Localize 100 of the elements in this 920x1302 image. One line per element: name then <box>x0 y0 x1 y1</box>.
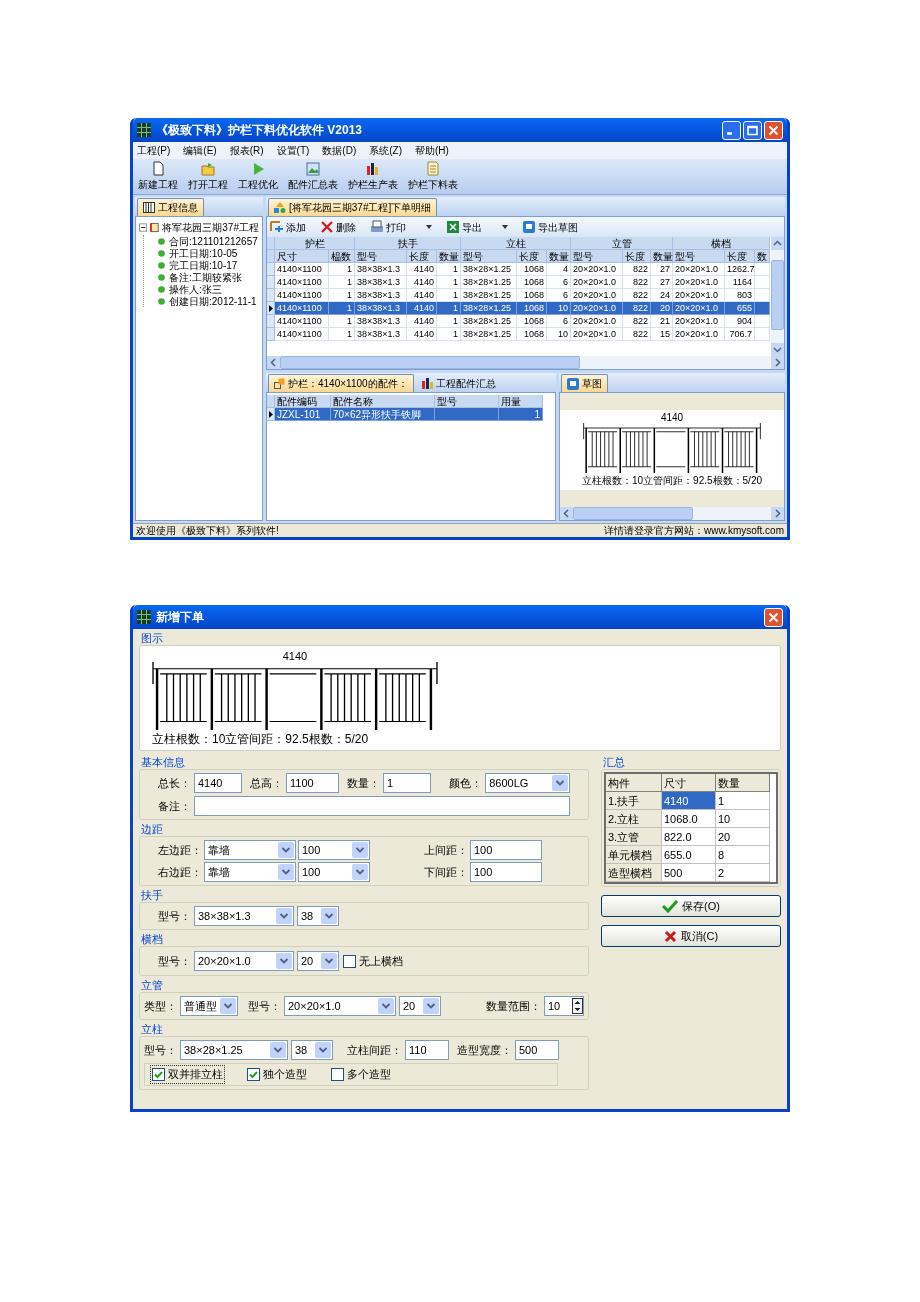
column-header[interactable]: 长度 <box>517 250 547 263</box>
menu-item[interactable]: 系统(Z) <box>369 143 403 158</box>
checkbox-option[interactable]: 双并排立柱 <box>151 1066 224 1083</box>
table-row[interactable]: 4140×1100 1 38×38×1.3 4140 1 38×28×1.25 1068 10 20×20×1.0 822 15 20×20×1.0 706.7 <box>267 328 771 341</box>
input-field[interactable]: 110 <box>405 1040 449 1060</box>
checkbox-option[interactable]: 无上横档 <box>342 952 404 970</box>
column-header[interactable]: 型号 <box>571 250 623 263</box>
tree-item[interactable]: 将军花园三期37#工程 <box>162 220 259 235</box>
tab[interactable]: 工程信息 <box>137 198 204 216</box>
menu-item[interactable]: 数据(D) <box>322 143 357 158</box>
menu-item[interactable]: 帮助(H) <box>415 143 449 158</box>
checkbox[interactable] <box>343 954 356 968</box>
collapse-icon[interactable] <box>139 223 148 232</box>
vertical-scrollbar[interactable] <box>771 237 784 356</box>
table-row[interactable]: 造型横档 500 2 <box>606 864 776 882</box>
table-cell: 655.0 <box>662 846 716 864</box>
close-icon <box>768 611 779 623</box>
table-row[interactable]: 3.立管 822.0 20 <box>606 828 776 846</box>
toolbar-button[interactable]: 配件汇总表 <box>286 161 340 192</box>
horizontal-scrollbar[interactable] <box>560 507 784 520</box>
close-button[interactable] <box>764 120 783 140</box>
dropdown[interactable]: 8600LG <box>485 773 570 793</box>
dropdown[interactable]: 38×38×1.3 <box>194 906 294 926</box>
toolbar-button[interactable]: 添加 <box>270 219 306 235</box>
table-row[interactable]: 4140×1100 1 38×38×1.3 4140 1 38×28×1.25 1068 6 20×20×1.0 822 21 20×20×1.0 904 <box>267 315 771 328</box>
column-header[interactable]: 数 <box>755 250 770 263</box>
input-field[interactable]: 1 <box>383 773 432 793</box>
toolbar-button[interactable]: 工程优化 <box>236 161 280 192</box>
column-header[interactable]: 配件编码 <box>275 395 331 408</box>
dropdown[interactable]: 100 <box>298 840 370 860</box>
toolbar-button[interactable]: 打印 <box>370 219 432 235</box>
checkbox[interactable] <box>331 1067 344 1081</box>
save-button[interactable]: 保存(O) <box>601 895 781 917</box>
column-header[interactable]: 长度 <box>407 250 437 263</box>
table-row[interactable]: 单元横档 655.0 8 <box>606 846 776 864</box>
table-row[interactable]: 1.扶手 4140 1 <box>606 792 776 810</box>
dropdown[interactable]: 20 <box>297 951 339 971</box>
table-row[interactable]: 4140×1100 1 38×38×1.3 4140 1 38×28×1.25 1068 6 20×20×1.0 822 24 20×20×1.0 803 <box>267 289 771 302</box>
column-header[interactable]: 型号 <box>435 395 499 408</box>
dropdown[interactable]: 38 <box>297 906 339 926</box>
table-row[interactable]: 4140×1100 1 38×38×1.3 4140 1 38×28×1.25 1068 10 20×20×1.0 822 20 20×20×1.0 655 <box>267 302 771 315</box>
toolbar-button[interactable]: 打开工程 <box>186 161 230 192</box>
dropdown[interactable]: 20×20×1.0 <box>194 951 294 971</box>
column-header[interactable]: 型号 <box>355 250 407 263</box>
dropdown[interactable]: 100 <box>298 862 370 882</box>
column-header[interactable]: 用量 <box>499 395 543 408</box>
column-header[interactable]: 榀数 <box>329 250 355 263</box>
toolbar-button[interactable]: 导出 <box>446 219 508 235</box>
column-header[interactable]: 数量 <box>437 250 461 263</box>
toolbar-button[interactable]: 护栏下料表 <box>406 161 460 192</box>
table-cell: 1 <box>329 263 355 276</box>
input-field[interactable]: 100 <box>470 840 542 860</box>
toolbar-button[interactable]: 新建工程 <box>136 161 180 192</box>
dropdown[interactable]: 38×28×1.25 <box>180 1040 288 1060</box>
table-row[interactable]: JZXL-101 70×62异形扶手铁脚 1 <box>267 408 555 421</box>
scroll-right-icon <box>771 507 784 520</box>
column-header[interactable]: 长度 <box>623 250 651 263</box>
toolbar-button[interactable]: 删除 <box>320 219 356 235</box>
toolbar-button[interactable]: 护栏生产表 <box>346 161 400 192</box>
menu-item[interactable]: 报表(R) <box>229 143 264 158</box>
table-row[interactable]: 4140×1100 1 38×38×1.3 4140 1 38×28×1.25 1068 6 20×20×1.0 822 27 20×20×1.0 1164 <box>267 276 771 289</box>
dropdown[interactable]: 普通型 <box>180 996 238 1016</box>
column-header[interactable]: 尺寸 <box>275 250 329 263</box>
column-header[interactable]: 数量 <box>547 250 571 263</box>
horizontal-scrollbar[interactable] <box>267 356 784 369</box>
checkbox[interactable] <box>152 1067 165 1081</box>
toolbar-button[interactable]: 导出草图 <box>522 219 578 235</box>
column-header[interactable]: 配件名称 <box>331 395 435 408</box>
table-row[interactable]: 2.立柱 1068.0 10 <box>606 810 776 828</box>
dropdown[interactable]: 38 <box>291 1040 333 1060</box>
column-header[interactable]: 数量 <box>651 250 673 263</box>
minimize-button[interactable] <box>722 120 741 140</box>
column-header[interactable]: 型号 <box>461 250 517 263</box>
dropdown[interactable]: 靠墙 <box>204 840 296 860</box>
input-field[interactable]: 1100 <box>286 773 340 793</box>
number-spinner[interactable]: 10 <box>544 996 584 1016</box>
cancel-button[interactable]: 取消(C) <box>601 925 781 947</box>
menu-item[interactable]: 编辑(E) <box>183 143 217 158</box>
checkbox-option[interactable]: 独个造型 <box>246 1066 308 1083</box>
dropdown[interactable]: 靠墙 <box>204 862 296 882</box>
input-field[interactable] <box>194 796 570 816</box>
column-header[interactable]: 型号 <box>673 250 725 263</box>
input-field[interactable]: 4140 <box>194 773 243 793</box>
tab[interactable]: 草图 <box>561 374 608 392</box>
close-button[interactable] <box>764 607 783 627</box>
tree-item[interactable]: 合同:121101212657 <box>169 233 258 249</box>
checkbox-option[interactable]: 多个造型 <box>330 1066 392 1083</box>
menu-item[interactable]: 工程(P) <box>137 143 171 158</box>
input-field[interactable]: 500 <box>515 1040 559 1060</box>
menu-item[interactable]: 设置(T) <box>276 143 310 158</box>
dropdown[interactable]: 20 <box>399 996 441 1016</box>
tab[interactable]: 工程配件汇总 <box>415 374 502 392</box>
checkbox[interactable] <box>247 1067 260 1081</box>
column-header[interactable]: 长度 <box>725 250 755 263</box>
maximize-button[interactable] <box>743 120 762 140</box>
table-row[interactable]: 4140×1100 1 38×38×1.3 4140 1 38×28×1.25 1068 4 20×20×1.0 822 27 20×20×1.0 1262.7 <box>267 263 771 276</box>
tab[interactable]: 护栏：4140×1100的配件： <box>268 374 414 392</box>
input-field[interactable]: 100 <box>470 862 542 882</box>
tab[interactable]: [将军花园三期37#工程]下单明细 <box>268 198 438 216</box>
dropdown[interactable]: 20×20×1.0 <box>284 996 396 1016</box>
